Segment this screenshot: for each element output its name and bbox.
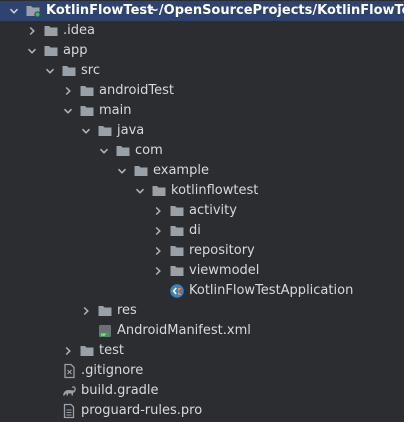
project-path: ~/OpenSourceProjects/KotlinFlowTest <box>148 3 404 18</box>
project-tree: KotlinFlowTest ~/OpenSourceProjects/Kotl… <box>0 0 404 422</box>
folder-icon <box>97 301 113 321</box>
project-root-row[interactable]: KotlinFlowTest ~/OpenSourceProjects/Kotl… <box>0 1 404 21</box>
tree-item-label: proguard-rules.pro <box>81 403 203 418</box>
chevron-right-icon[interactable] <box>153 241 163 261</box>
tree-item-label: example <box>153 163 209 178</box>
tree-item[interactable]: java <box>0 121 404 141</box>
tree-item[interactable]: viewmodel <box>0 261 404 281</box>
tree-item-label: res <box>117 303 137 318</box>
tree-item[interactable]: androidTest <box>0 81 404 101</box>
folder-icon <box>79 341 95 361</box>
folder-icon <box>169 241 185 261</box>
tree-item[interactable]: repository <box>0 241 404 261</box>
chevron-down-icon[interactable] <box>117 161 127 181</box>
tree-item-label: .idea <box>63 23 95 38</box>
tree-item-label: KotlinFlowTestApplication <box>189 283 354 298</box>
folder-icon <box>169 261 185 281</box>
chevron-down-icon[interactable] <box>27 41 37 61</box>
chevron-right-icon[interactable] <box>153 201 163 221</box>
folder-icon <box>79 81 95 101</box>
tree-item-label: AndroidManifest.xml <box>117 323 251 338</box>
folder-icon <box>151 181 167 201</box>
tree-item[interactable]: MF AndroidManifest.xml <box>0 321 404 341</box>
gitignore-file-icon <box>61 361 77 381</box>
folder-icon <box>169 221 185 241</box>
kotlin-class-icon <box>169 281 185 301</box>
svg-text:MF: MF <box>101 333 106 337</box>
tree-item[interactable]: app <box>0 41 404 61</box>
tree-item-label: app <box>63 43 88 58</box>
tree-item-label: androidTest <box>99 83 174 98</box>
tree-item[interactable]: res <box>0 301 404 321</box>
folder-icon <box>97 121 113 141</box>
folder-icon <box>79 101 95 121</box>
tree-item[interactable]: test <box>0 341 404 361</box>
folder-icon <box>169 201 185 221</box>
tree-item[interactable]: main <box>0 101 404 121</box>
tree-item[interactable]: example <box>0 161 404 181</box>
tree-item[interactable]: build.gradle <box>0 381 404 401</box>
chevron-right-icon[interactable] <box>27 21 37 41</box>
tree-item-label: viewmodel <box>189 263 260 278</box>
chevron-right-icon[interactable] <box>63 81 73 101</box>
tree-item-label: kotlinflowtest <box>171 183 259 198</box>
tree-item[interactable]: kotlinflowtest <box>0 181 404 201</box>
chevron-right-icon[interactable] <box>153 221 163 241</box>
tree-item[interactable]: KotlinFlowTestApplication <box>0 281 404 301</box>
chevron-down-icon[interactable] <box>81 121 91 141</box>
tree-item-label: di <box>189 223 201 238</box>
chevron-right-icon[interactable] <box>81 301 91 321</box>
tree-item[interactable]: com <box>0 141 404 161</box>
folder-icon <box>43 41 59 61</box>
manifest-file-icon: MF <box>97 321 113 341</box>
tree-item-label: repository <box>189 243 255 258</box>
tree-item[interactable]: activity <box>0 201 404 221</box>
folder-icon <box>61 61 77 81</box>
chevron-right-icon[interactable] <box>63 341 73 361</box>
module-folder-icon <box>25 1 41 21</box>
tree-item[interactable]: .gitignore <box>0 361 404 381</box>
chevron-down-icon[interactable] <box>63 101 73 121</box>
tree-item-label: src <box>81 63 100 78</box>
chevron-down-icon[interactable] <box>135 181 145 201</box>
tree-item-label: build.gradle <box>81 383 159 398</box>
tree-item-label: com <box>135 143 163 158</box>
tree-item-label: test <box>99 343 124 358</box>
chevron-down-icon[interactable] <box>99 141 109 161</box>
folder-icon <box>133 161 149 181</box>
folder-icon <box>43 21 59 41</box>
chevron-down-icon[interactable] <box>9 1 19 21</box>
tree-item[interactable]: proguard-rules.pro <box>0 401 404 421</box>
tree-item-label: java <box>117 123 145 138</box>
tree-item[interactable]: src <box>0 61 404 81</box>
tree-item[interactable]: .idea <box>0 21 404 41</box>
tree-item-label: .gitignore <box>81 363 144 378</box>
tree-item[interactable]: di <box>0 221 404 241</box>
chevron-down-icon[interactable] <box>45 61 55 81</box>
gradle-file-icon <box>61 381 77 401</box>
tree-item-label: main <box>99 103 132 118</box>
project-name: KotlinFlowTest <box>46 3 154 18</box>
text-file-icon <box>61 401 77 421</box>
tree-item-label: activity <box>189 203 237 218</box>
chevron-right-icon[interactable] <box>153 261 163 281</box>
folder-icon <box>115 141 131 161</box>
